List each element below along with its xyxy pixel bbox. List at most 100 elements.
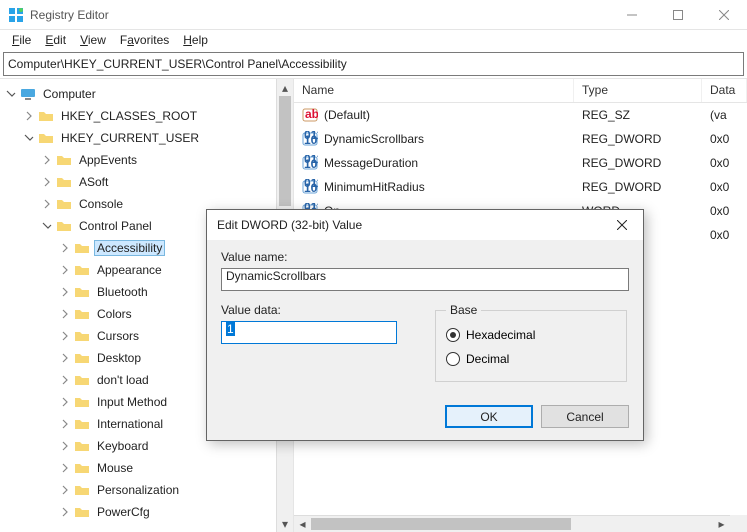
value-name-input[interactable]: DynamicScrollbars [221, 268, 629, 291]
value-data-text: 1 [226, 322, 235, 336]
folder-icon [74, 240, 90, 256]
value-name: MinimumHitRadius [324, 180, 425, 194]
window-title: Registry Editor [30, 8, 609, 22]
scroll-down-icon[interactable]: ▾ [277, 515, 293, 532]
svg-text:ab: ab [305, 107, 318, 121]
chevron-right-icon[interactable] [58, 395, 72, 409]
chevron-down-icon[interactable] [22, 131, 36, 145]
tree-node[interactable]: Personalization [58, 479, 293, 501]
titlebar: Registry Editor [0, 0, 747, 30]
tree-node-hkcr[interactable]: HKEY_CLASSES_ROOT [22, 105, 293, 127]
folder-icon [74, 416, 90, 432]
menu-file[interactable]: File [6, 31, 37, 49]
chevron-right-icon[interactable] [40, 197, 54, 211]
folder-icon [38, 130, 54, 146]
ok-button[interactable]: OK [445, 405, 533, 428]
tree-node-computer[interactable]: Computer [4, 83, 293, 105]
dialog-titlebar[interactable]: Edit DWORD (32-bit) Value [207, 210, 643, 240]
close-button[interactable] [701, 0, 747, 30]
radio-icon[interactable] [446, 328, 460, 342]
chevron-right-icon[interactable] [58, 241, 72, 255]
list-row[interactable]: ab(Default)REG_SZ(va [294, 103, 747, 127]
list-row[interactable]: 01101001MessageDurationREG_DWORD0x0 [294, 151, 747, 175]
chevron-right-icon[interactable] [58, 329, 72, 343]
column-data[interactable]: Data [702, 79, 747, 102]
value-data-input[interactable]: 1 [221, 321, 397, 344]
radio-decimal[interactable]: Decimal [446, 347, 616, 371]
scroll-right-icon[interactable]: ▸ [713, 516, 730, 532]
binary-value-icon: 01101001 [302, 179, 318, 195]
tree-label: HKEY_CURRENT_USER [58, 130, 202, 146]
tree-node-hkcu[interactable]: HKEY_CURRENT_USER [22, 127, 293, 149]
folder-icon [74, 350, 90, 366]
svg-text:1001: 1001 [304, 157, 318, 171]
radio-hexadecimal[interactable]: Hexadecimal [446, 323, 616, 347]
column-type[interactable]: Type [574, 79, 702, 102]
value-name: DynamicScrollbars [324, 132, 424, 146]
menu-help[interactable]: Help [177, 31, 214, 49]
dialog-title: Edit DWORD (32-bit) Value [217, 218, 601, 232]
folder-icon [74, 438, 90, 454]
chevron-right-icon[interactable] [58, 285, 72, 299]
tree-node[interactable]: PowerCfg [58, 501, 293, 523]
chevron-right-icon[interactable] [58, 351, 72, 365]
tree-label: AppEvents [76, 152, 140, 168]
maximize-button[interactable] [655, 0, 701, 30]
scroll-up-icon[interactable]: ▴ [277, 79, 293, 96]
folder-icon [74, 482, 90, 498]
value-data: 0x0 [702, 204, 747, 218]
folder-icon [56, 152, 72, 168]
scroll-left-icon[interactable]: ◂ [294, 516, 311, 532]
chevron-right-icon[interactable] [40, 175, 54, 189]
tree-label: Mouse [94, 460, 136, 476]
computer-icon [20, 86, 36, 102]
scrollbar-thumb[interactable] [279, 96, 291, 206]
folder-icon [74, 504, 90, 520]
chevron-right-icon[interactable] [58, 461, 72, 475]
list-row[interactable]: 01101001DynamicScrollbarsREG_DWORD0x0 [294, 127, 747, 151]
chevron-right-icon[interactable] [58, 483, 72, 497]
value-data: 0x0 [702, 156, 747, 170]
chevron-right-icon[interactable] [58, 307, 72, 321]
binary-value-icon: 01101001 [302, 155, 318, 171]
tree-label: Control Panel [76, 218, 155, 234]
address-text: Computer\HKEY_CURRENT_USER\Control Panel… [8, 57, 347, 71]
address-bar[interactable]: Computer\HKEY_CURRENT_USER\Control Panel… [3, 52, 744, 76]
folder-icon [56, 196, 72, 212]
tree-label: Desktop [94, 350, 144, 366]
value-type: REG_DWORD [574, 132, 702, 146]
cancel-button[interactable]: Cancel [541, 405, 629, 428]
chevron-right-icon[interactable] [58, 439, 72, 453]
menu-view[interactable]: View [74, 31, 112, 49]
chevron-right-icon[interactable] [58, 505, 72, 519]
menu-edit[interactable]: Edit [39, 31, 72, 49]
tree-label: Bluetooth [94, 284, 151, 300]
chevron-right-icon[interactable] [40, 153, 54, 167]
minimize-button[interactable] [609, 0, 655, 30]
tree-node[interactable]: AppEvents [40, 149, 293, 171]
radio-icon[interactable] [446, 352, 460, 366]
value-data: 0x0 [702, 228, 747, 242]
tree-label: Console [76, 196, 126, 212]
tree-label: don't load [94, 372, 152, 388]
tree-label: Cursors [94, 328, 142, 344]
value-data: 0x0 [702, 132, 747, 146]
tree-label: Colors [94, 306, 135, 322]
dialog-close-button[interactable] [601, 210, 643, 240]
chevron-down-icon[interactable] [4, 87, 18, 101]
tree-node[interactable]: ASoft [40, 171, 293, 193]
list-row[interactable]: 01101001MinimumHitRadiusREG_DWORD0x0 [294, 175, 747, 199]
tree-node[interactable]: Mouse [58, 457, 293, 479]
string-value-icon: ab [302, 107, 318, 123]
menu-favorites[interactable]: Favorites [114, 31, 175, 49]
list-horizontal-scrollbar[interactable]: ◂ ▸ [294, 515, 730, 532]
tree-label: International [94, 416, 166, 432]
chevron-right-icon[interactable] [22, 109, 36, 123]
chevron-down-icon[interactable] [40, 219, 54, 233]
chevron-right-icon[interactable] [58, 417, 72, 431]
tree-label: Computer [40, 86, 99, 102]
scrollbar-thumb[interactable] [311, 518, 571, 530]
column-name[interactable]: Name [294, 79, 574, 102]
chevron-right-icon[interactable] [58, 263, 72, 277]
chevron-right-icon[interactable] [58, 373, 72, 387]
